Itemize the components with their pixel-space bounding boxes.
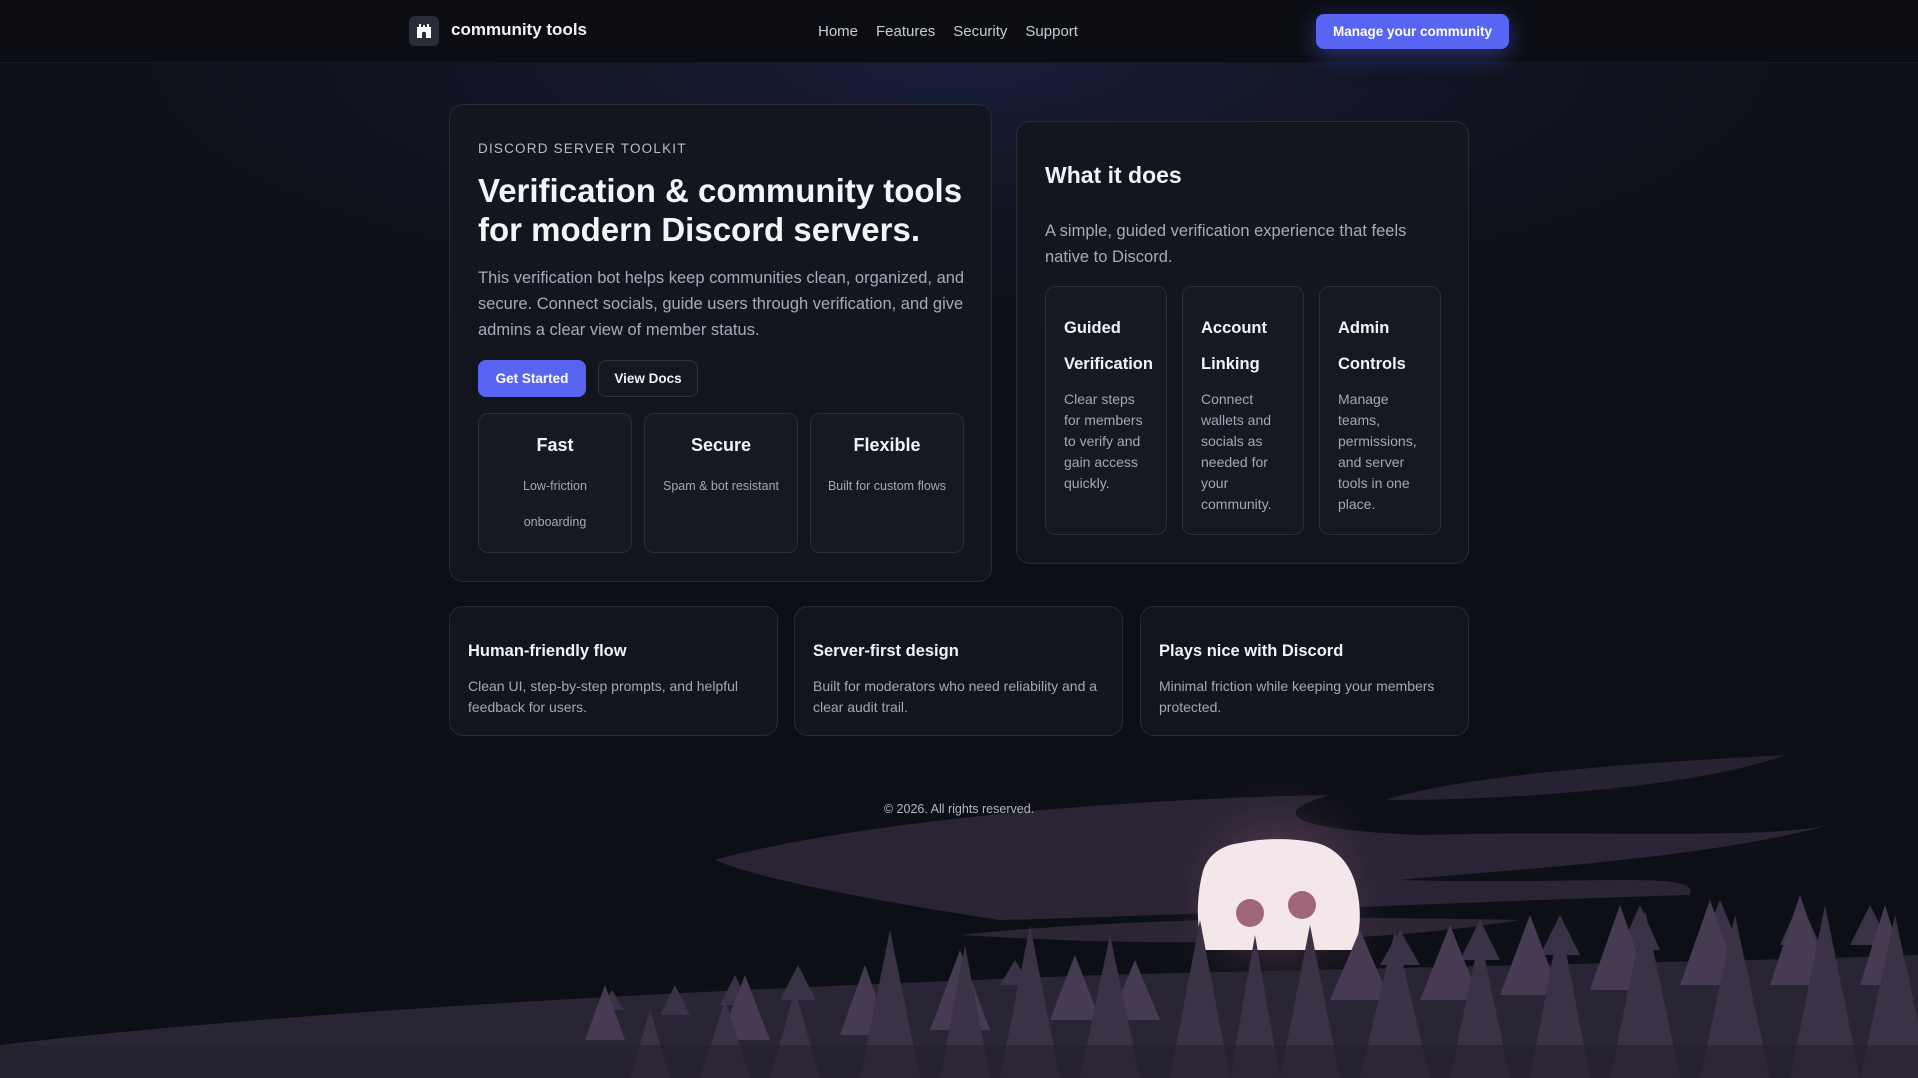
- hero-card: DISCORD SERVER TOOLKIT Verification & co…: [449, 104, 992, 582]
- footer-copyright: © 2026. All rights reserved.: [883, 802, 1035, 816]
- nav-features[interactable]: Features: [876, 23, 935, 40]
- benefit-card-server-first: Server-first design Built for moderators…: [794, 606, 1123, 736]
- feature-text: Manage teams, permissions, and server to…: [1338, 391, 1417, 512]
- nav-security[interactable]: Security: [953, 23, 1007, 40]
- top-navigation-bar: community tools Home Features Security S…: [0, 0, 1918, 63]
- brand-name[interactable]: community tools: [451, 20, 587, 40]
- main-nav: Home Features Security Support: [818, 23, 1078, 40]
- benefit-title: Human-friendly flow: [468, 642, 627, 660]
- view-docs-button[interactable]: View Docs: [598, 360, 698, 397]
- hero-description: This verification bot helps keep communi…: [478, 269, 965, 339]
- benefit-text: Clean UI, step-by-step prompts, and help…: [468, 678, 739, 715]
- castle-icon: [417, 24, 431, 38]
- manage-community-button[interactable]: Manage your community: [1316, 14, 1509, 49]
- feature-title: Account Linking: [1201, 319, 1267, 373]
- highlight-flexible: Flexible Built for custom flows: [810, 413, 964, 553]
- feature-text: Connect wallets and socials as needed fo…: [1201, 391, 1272, 512]
- nav-support[interactable]: Support: [1025, 23, 1078, 40]
- feature-text: Clear steps for members to verify and ga…: [1064, 391, 1143, 491]
- what-it-does-card: What it does A simple, guided verificati…: [1016, 121, 1469, 564]
- highlight-title: Secure: [690, 435, 752, 455]
- highlight-text: Spam & bot resistant: [662, 479, 780, 493]
- feature-title: Admin Controls: [1338, 319, 1406, 373]
- feature-account-linking: Account Linking Connect wallets and soci…: [1182, 286, 1304, 535]
- benefit-title: Server-first design: [813, 642, 959, 660]
- feature-guided-verification: Guided Verification Clear steps for memb…: [1045, 286, 1167, 535]
- feature-admin-controls: Admin Controls Manage teams, permissions…: [1319, 286, 1441, 535]
- hero-eyebrow: DISCORD SERVER TOOLKIT: [478, 141, 687, 156]
- benefit-text: Built for moderators who need reliabilit…: [813, 678, 1098, 715]
- benefit-card-human-friendly: Human-friendly flow Clean UI, step-by-st…: [449, 606, 778, 736]
- highlight-secure: Secure Spam & bot resistant: [644, 413, 798, 553]
- feature-title: Guided Verification: [1064, 319, 1153, 373]
- benefit-text: Minimal friction while keeping your memb…: [1159, 678, 1435, 715]
- highlight-title: Fast: [536, 435, 574, 455]
- section-title: What it does: [1045, 162, 1182, 188]
- highlight-text: Low-friction onboarding: [523, 479, 587, 529]
- nav-home[interactable]: Home: [818, 23, 858, 40]
- benefit-title: Plays nice with Discord: [1159, 642, 1344, 660]
- highlight-title: Flexible: [853, 435, 921, 455]
- hero-title: Verification & community tools for moder…: [478, 172, 963, 248]
- brand-logo[interactable]: [409, 16, 439, 46]
- highlight-fast: Fast Low-friction onboarding: [478, 413, 632, 553]
- section-description: A simple, guided verification experience…: [1045, 222, 1407, 266]
- benefit-card-discord: Plays nice with Discord Minimal friction…: [1140, 606, 1469, 736]
- highlight-text: Built for custom flows: [827, 479, 947, 493]
- get-started-button[interactable]: Get Started: [478, 360, 586, 397]
